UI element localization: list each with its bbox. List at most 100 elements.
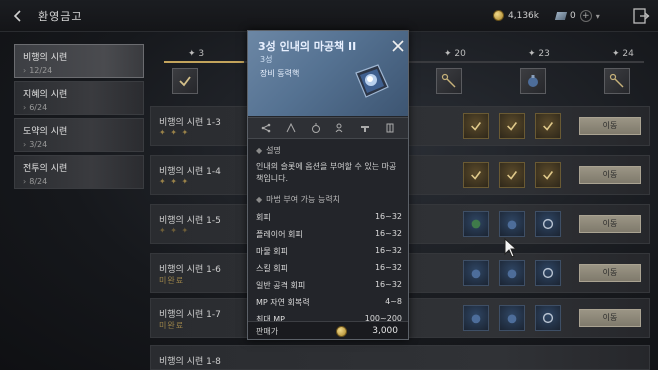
book-icon[interactable] bbox=[384, 122, 396, 134]
reward-slot[interactable] bbox=[535, 211, 561, 237]
move-button[interactable]: 이동 bbox=[579, 166, 641, 184]
potion-icon bbox=[507, 220, 517, 230]
sidebar: 비행의 시련 › 12/24 지혜의 시련 › 6/24 도약의 시련 › 3/24 … bbox=[14, 44, 144, 192]
reward-slot[interactable] bbox=[499, 162, 525, 188]
reward-slot[interactable] bbox=[463, 260, 489, 286]
potion-icon bbox=[528, 75, 538, 87]
stat-value: 16~32 bbox=[374, 246, 402, 255]
milestone-reward-slot[interactable] bbox=[520, 68, 546, 94]
sidebar-item-wisdom[interactable]: 지혜의 시련 › 6/24 bbox=[14, 81, 144, 115]
price-label: 판매가 bbox=[256, 327, 279, 336]
milestone-reward-slot[interactable] bbox=[436, 68, 462, 94]
reward-slot[interactable] bbox=[463, 211, 489, 237]
checkmark-icon bbox=[179, 76, 191, 87]
move-button[interactable]: 이동 bbox=[579, 309, 641, 327]
stat-value: 16~32 bbox=[374, 263, 402, 272]
sidebar-item-leap[interactable]: 도약의 시련 › 3/24 bbox=[14, 118, 144, 152]
reward-slot[interactable] bbox=[499, 211, 525, 237]
anvil-icon[interactable] bbox=[359, 122, 371, 134]
row-title: 비행의 시련 1-7 bbox=[159, 310, 221, 320]
gem-icon bbox=[554, 12, 568, 20]
sidebar-item-progress: 8/24 bbox=[29, 177, 48, 186]
sidebar-item-progress: 12/24 bbox=[29, 66, 53, 75]
gold-amount: 4,136k bbox=[508, 10, 539, 21]
stat-row: 플레이어 회피 16~32 bbox=[256, 229, 402, 244]
item-description: 인내의 슬롯에 옵션을 부여할 수 있는 마공책입니다. bbox=[256, 162, 397, 183]
stat-name: 스킬 회피 bbox=[256, 264, 288, 273]
exit-button[interactable] bbox=[632, 7, 650, 25]
mouse-cursor-icon bbox=[504, 238, 518, 258]
stat-name: 일반 공격 회피 bbox=[256, 281, 306, 290]
add-currency-button[interactable]: + bbox=[579, 10, 592, 22]
arrow-icon: › bbox=[23, 66, 27, 75]
milestone-reward-slot[interactable] bbox=[604, 68, 630, 94]
money-bag-icon[interactable] bbox=[310, 122, 322, 134]
move-button[interactable]: 이동 bbox=[579, 215, 641, 233]
stat-row: 스킬 회피 16~32 bbox=[256, 263, 402, 278]
stats-heading: ◆ 마법 부여 가능 능력치 bbox=[256, 194, 340, 205]
reward-slot[interactable] bbox=[499, 305, 525, 331]
list-item: 비행의 시련 1-8 bbox=[150, 345, 650, 370]
reward-slot[interactable] bbox=[499, 260, 525, 286]
item-tooltip: 3성 인내의 마공책 II 3성 장비 동력핵 ◆ 설명 인내의 슬롯에 옵션을 … bbox=[247, 30, 409, 340]
sidebar-item-progress-row: › 8/24 bbox=[23, 177, 143, 186]
top-bar: 환영금고 4,136k 0 + ▾ bbox=[0, 0, 658, 32]
tent-icon[interactable] bbox=[285, 122, 297, 134]
close-button[interactable] bbox=[392, 37, 404, 52]
checkmark-icon bbox=[507, 171, 518, 180]
share-icon[interactable] bbox=[260, 122, 272, 134]
merchant-icon[interactable] bbox=[334, 122, 346, 134]
stat-row: 일반 공격 회피 16~32 bbox=[256, 280, 402, 295]
stat-value: 4~8 bbox=[385, 297, 402, 306]
gold-coin-icon bbox=[336, 326, 347, 337]
reward-slot[interactable] bbox=[463, 162, 489, 188]
reward-slot[interactable] bbox=[535, 113, 561, 139]
milestone-value: 20 bbox=[454, 49, 466, 59]
arrow-icon: › bbox=[23, 177, 27, 186]
price-value: 3,000 bbox=[372, 326, 398, 336]
sidebar-item-label: 비행의 시련 bbox=[23, 53, 68, 63]
sidebar-item-flight[interactable]: 비행의 시련 › 12/24 bbox=[14, 44, 144, 78]
item-name: 3성 인내의 마공책 II bbox=[258, 40, 357, 53]
stat-value: 16~32 bbox=[374, 229, 402, 238]
milestone-reward-slot[interactable] bbox=[172, 68, 198, 94]
reward-slot[interactable] bbox=[535, 260, 561, 286]
chevron-down-icon[interactable]: ▾ bbox=[596, 12, 600, 21]
milestone-label: ✦ 3 bbox=[188, 49, 205, 59]
row-stars: ✦ ✦ ✦ bbox=[159, 128, 190, 137]
checkmark-icon bbox=[471, 171, 482, 180]
reward-slot[interactable] bbox=[463, 113, 489, 139]
reward-slot[interactable] bbox=[463, 305, 489, 331]
potion-icon bbox=[507, 314, 517, 324]
sidebar-item-combat[interactable]: 전투의 시련 › 8/24 bbox=[14, 155, 144, 189]
move-button[interactable]: 이동 bbox=[579, 264, 641, 282]
row-status: 미완료 bbox=[159, 276, 185, 285]
milestone-value: 23 bbox=[538, 49, 550, 59]
back-button[interactable] bbox=[4, 0, 32, 32]
diamond-icon: ◆ bbox=[256, 195, 263, 204]
ring-icon bbox=[542, 218, 554, 230]
milestone-value: 3 bbox=[198, 49, 205, 59]
back-arrow-icon bbox=[13, 9, 21, 22]
stat-name: 플레이어 회피 bbox=[256, 230, 303, 239]
ring-icon bbox=[542, 267, 554, 279]
stats-heading-text: 마법 부여 가능 능력치 bbox=[266, 195, 341, 204]
move-button[interactable]: 이동 bbox=[579, 117, 641, 135]
arrow-icon: › bbox=[23, 140, 27, 149]
spellbook-icon bbox=[355, 64, 389, 98]
stat-row: 마물 회피 16~32 bbox=[256, 246, 402, 261]
reward-slot[interactable] bbox=[535, 305, 561, 331]
gem-counter: 0 + ▾ bbox=[554, 10, 600, 22]
reward-slot[interactable] bbox=[499, 113, 525, 139]
stat-value: 16~32 bbox=[374, 280, 402, 289]
row-title: 비행의 시련 1-6 bbox=[159, 265, 221, 275]
milestone-label: ✦ 20 bbox=[444, 49, 466, 59]
close-icon bbox=[392, 40, 404, 52]
exit-icon bbox=[633, 8, 650, 24]
row-title: 비행의 시련 1-4 bbox=[159, 167, 221, 177]
reward-slot[interactable] bbox=[535, 162, 561, 188]
description-heading: ◆ 설명 bbox=[256, 145, 281, 156]
milestone-label: ✦ 24 bbox=[612, 49, 634, 59]
stat-value: 16~32 bbox=[374, 212, 402, 221]
gold-counter: 4,136k bbox=[493, 10, 539, 21]
